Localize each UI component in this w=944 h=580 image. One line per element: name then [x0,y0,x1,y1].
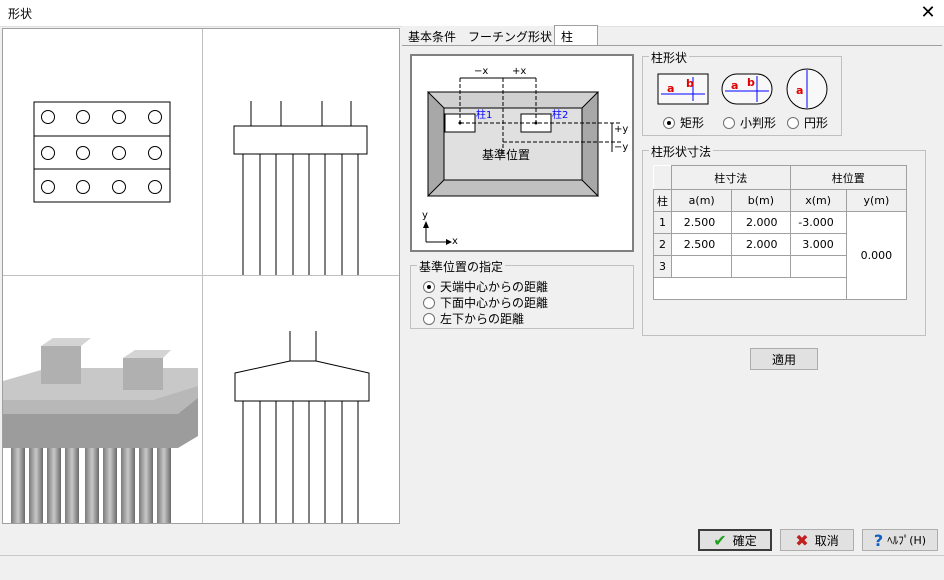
cell-x[interactable]: 3.000 [789,233,847,256]
checkmark-icon: ✔ [713,530,727,550]
radio-icon [787,116,799,129]
row-number: 1 [652,211,673,234]
ref-option-label: 天端中心からの距離 [440,280,549,294]
ref-option-label: 左下からの距離 [440,312,525,326]
shape-option-circle[interactable]: 円形 [787,114,828,131]
ref-option-bottom-left[interactable]: 左下からの距離 [423,310,524,327]
shape-option-oval[interactable]: 小判形 [723,114,776,131]
cell-x[interactable] [789,255,847,278]
cell-a[interactable]: 2.500 [671,211,733,234]
reference-position-legend: 基準位置の指定 [417,258,506,275]
diagram-reference-label: 基準位置 [482,148,531,162]
ref-option-label: 下面中心からの距離 [440,296,549,310]
radio-icon [423,296,435,309]
diagram-minus-y-label: −y [614,142,629,153]
status-bar [0,555,944,580]
header-column-number: 柱 [652,189,673,212]
diagram-plus-x-label: +x [512,66,527,77]
cross-icon: ✖ [795,530,809,550]
apply-button[interactable]: 適用 [750,348,818,370]
rect-a-label: a [667,82,674,95]
shape-option-label: 小判形 [740,116,777,130]
column-dimensions-group: 柱形状寸法 柱寸法 柱位置 柱 a(m) b(m) x(m) y(m) 1 2.… [642,143,926,336]
tab-basic-conditions[interactable]: 基本条件 [402,26,464,45]
header-column-size: 柱寸法 [671,165,791,190]
rectangle-shape-icon: a b [657,73,709,105]
header-column-position: 柱位置 [789,165,908,190]
title-bar: 形状 ✕ [0,0,944,27]
radio-icon [423,280,435,293]
close-button[interactable]: ✕ [916,2,940,24]
ok-button[interactable]: ✔ 確定 [698,529,772,551]
oval-shape-icon: a b [721,73,773,105]
cell-a[interactable]: 2.500 [671,233,733,256]
row-number: 2 [652,233,673,256]
header-a: a(m) [671,189,733,212]
diagram-axis-x-label: x [452,236,458,247]
help-button[interactable]: ? ﾍﾙﾌﾟ(H) [862,529,938,551]
header-b: b(m) [731,189,791,212]
column-dimensions-table: 柱寸法 柱位置 柱 a(m) b(m) x(m) y(m) 1 2.500 2.… [652,165,908,300]
cell-b[interactable]: 2.000 [731,233,791,256]
cell-x[interactable]: -3.000 [789,211,847,234]
question-icon: ? [873,530,884,550]
column-shape-group: 柱形状 a b a b a 矩形 小判形 円形 [642,49,842,136]
reference-position-group: 基準位置の指定 天端中心からの距離 下面中心からの距離 左下からの距離 [410,258,634,329]
cancel-button[interactable]: ✖ 取消 [780,529,854,551]
diagram-minus-x-label: −x [474,66,489,77]
diagram-axis-y-label: y [422,210,428,221]
cancel-button-label: 取消 [814,533,839,548]
shape-option-label: 矩形 [680,116,705,130]
radio-icon [723,116,735,129]
shape-option-label: 円形 [804,116,829,130]
column-shape-legend: 柱形状 [649,49,690,66]
close-icon: ✕ [920,2,936,23]
3d-view [3,338,198,523]
tab-footing-shape[interactable]: フーチング形状 [462,26,560,45]
table-corner [653,165,673,190]
tab-column[interactable]: 柱 [554,25,598,45]
cell-b[interactable]: 2.000 [731,211,791,234]
front-view [233,101,368,275]
table-row: 1 2.500 2.000 -3.000 0.000 [652,211,908,300]
column-position-diagram: −x +x 柱1 柱2 +y −y 基準位置 y x [410,54,634,252]
oval-a-label: a [731,79,738,92]
oval-b-label: b [747,76,755,89]
shape-option-rectangle[interactable]: 矩形 [663,114,704,131]
column-dimensions-legend: 柱形状寸法 [649,143,714,160]
ref-option-bottom-center[interactable]: 下面中心からの距離 [423,294,548,311]
radio-icon [663,116,675,129]
cell-y[interactable]: 0.000 [845,211,908,300]
diagram-col1-label: 柱1 [476,110,493,121]
diagram-col2-label: 柱2 [552,110,569,121]
side-view [234,331,370,523]
radio-icon [423,312,435,325]
preview-views [2,28,400,524]
help-button-label: ﾍﾙﾌﾟ(H) [887,534,927,547]
row-number: 3 [652,255,673,278]
empty-area [653,277,847,300]
diagram-plus-y-label: +y [614,124,629,135]
window-title: 形状 [8,7,33,21]
circle-shape-icon: a [786,68,828,110]
cell-a[interactable] [671,255,733,278]
ref-option-top-center[interactable]: 天端中心からの距離 [423,278,548,295]
plan-view [33,101,171,203]
header-x: x(m) [789,189,847,212]
cell-b[interactable] [731,255,791,278]
rect-b-label: b [686,77,694,90]
header-y: y(m) [845,189,908,212]
ok-button-label: 確定 [732,533,757,548]
circle-a-label: a [796,84,803,97]
